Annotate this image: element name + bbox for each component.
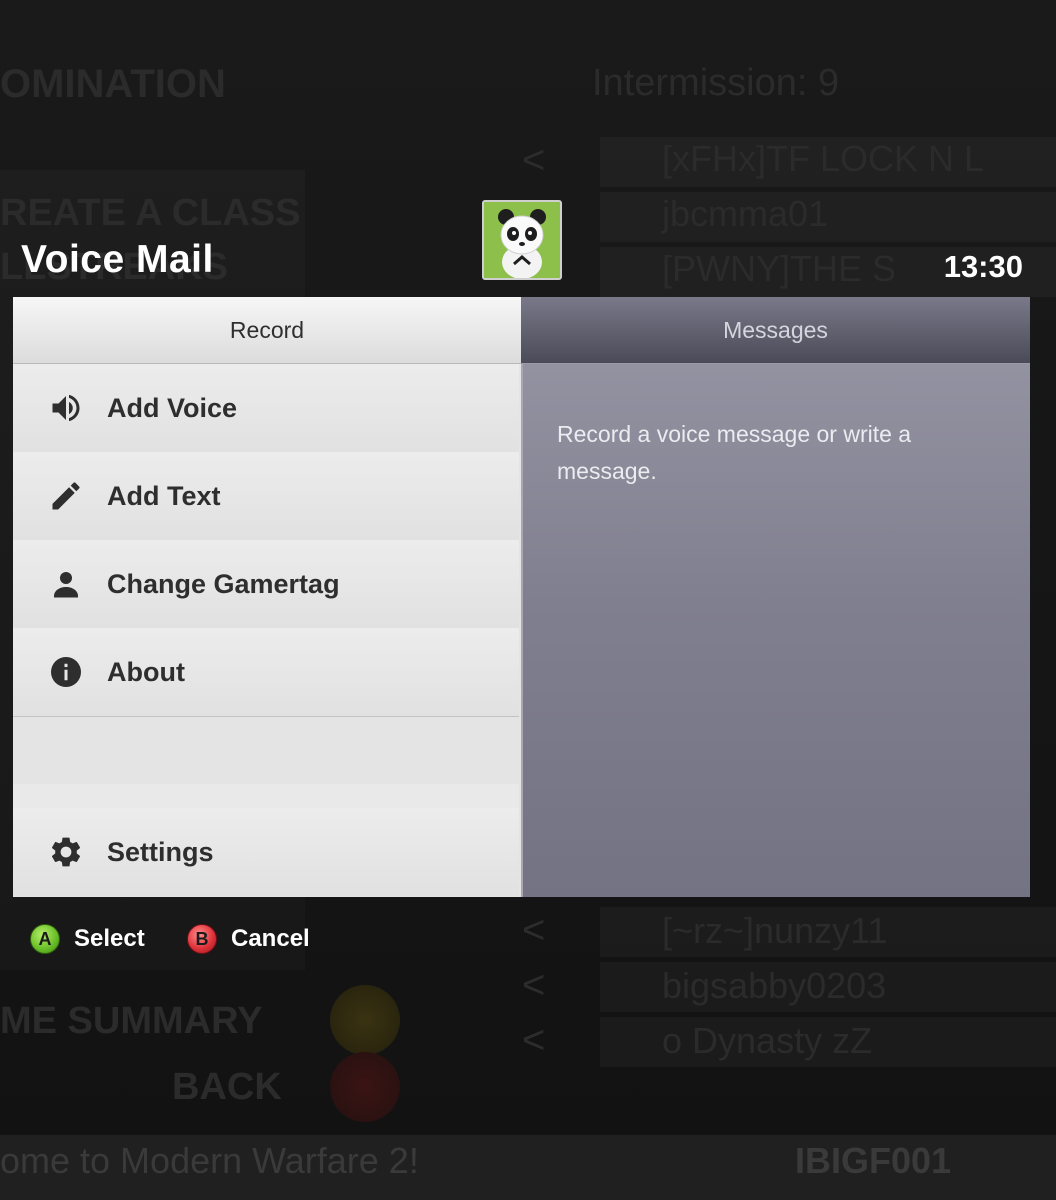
background-chevron-icon: < [522,908,546,952]
background-chevron-icon: < [522,138,546,182]
pencil-icon [48,478,84,514]
cancel-hint[interactable]: B Cancel [187,923,310,955]
background-y-button [330,985,400,1055]
menu-item-settings[interactable]: Settings [13,808,519,896]
menu-item-add-text[interactable]: Add Text [13,452,519,541]
menu-item-label: Add Text [107,480,221,511]
background-menu-item: REATE A CLASS [0,192,301,234]
background-chevron-icon: < [522,1018,546,1062]
select-hint[interactable]: A Select [30,923,145,955]
panda-gamerpic-icon [482,200,562,280]
background-heading-left: OMINATION [0,62,226,106]
tab-messages-label: Messages [723,316,828,343]
tab-messages[interactable]: Messages [521,297,1030,364]
detail-pane: Record a voice message or write a messag… [521,364,1030,897]
menu-item-change-gamertag[interactable]: Change Gamertag [13,540,519,629]
background-b-button [330,1052,400,1122]
a-button-icon: A [30,924,60,954]
gear-icon [48,834,84,870]
info-icon [48,654,84,690]
background-ticker: ome to Modern Warfare 2! [0,1140,419,1181]
background-player-name: [PWNY]THE S [662,248,897,289]
background-player-name: [~rz~]nunzy11 [662,910,888,951]
menu-item-label: Add Voice [107,392,238,423]
detail-description: Record a voice message or write a messag… [557,421,912,484]
background-ticker-right: IBIGF001 [795,1140,952,1181]
background-menu-item: ME SUMMARY [0,1000,263,1042]
background-chevron-icon: < [522,963,546,1007]
b-button-icon: B [187,924,217,954]
menu-item-label: Change Gamertag [107,568,340,599]
menu-spacer [13,784,519,808]
select-label: Select [74,925,145,952]
page-title: Voice Mail [21,238,214,281]
background-player-name: jbcmma01 [662,193,829,234]
person-icon [48,566,84,602]
menu-item-about[interactable]: About [13,628,519,717]
tab-record-label: Record [229,316,305,343]
tab-record[interactable]: Record [13,297,521,364]
menu-item-label: Settings [107,836,214,867]
clock: 13:30 [943,249,1023,284]
cancel-label: Cancel [231,925,310,952]
background-player-name: bigsabby0203 [662,965,887,1006]
background-player-name: o Dynasty zZ [662,1020,873,1061]
voice-mail-panel: Record Messages Add Voice Add Text Chang… [13,297,1030,897]
background-player-name: [xFHx]TF LOCK N L [662,138,985,179]
speaker-icon [48,390,84,426]
menu-item-add-voice[interactable]: Add Voice [13,364,519,453]
menu-item-label: About [107,656,185,687]
background-heading-right: Intermission: 9 [592,62,840,104]
record-menu: Add Voice Add Text Change Gamertag About… [13,364,521,897]
background-menu-item: BACK [172,1066,282,1108]
